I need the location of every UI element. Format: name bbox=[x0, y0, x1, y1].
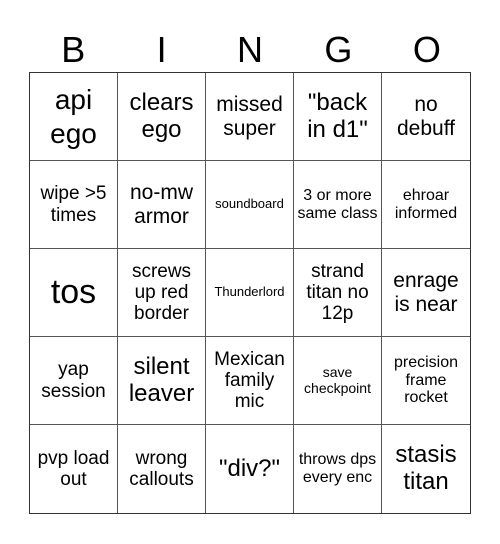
bingo-cell[interactable]: ehroar informed bbox=[382, 161, 470, 249]
bingo-card: api ego clears ego missed super "back in d1… bbox=[29, 72, 471, 514]
bingo-header: B I N G O bbox=[29, 28, 471, 72]
header-letter-g: G bbox=[324, 29, 353, 70]
bingo-cell[interactable]: clears ego bbox=[118, 73, 206, 161]
bingo-cell[interactable]: no-mw armor bbox=[118, 161, 206, 249]
bingo-cell[interactable]: silent leaver bbox=[118, 337, 206, 425]
bingo-cell[interactable]: Mexican family mic bbox=[206, 337, 294, 425]
header-letter-b: B bbox=[61, 29, 86, 70]
bingo-cell[interactable]: no debuff bbox=[382, 73, 470, 161]
header-letter-i: I bbox=[156, 29, 167, 70]
header-letter-o: O bbox=[412, 29, 441, 70]
bingo-cell[interactable]: tos bbox=[30, 249, 118, 337]
bingo-cell[interactable]: pvp load out bbox=[30, 425, 118, 513]
bingo-cell[interactable]: save checkpoint bbox=[294, 337, 382, 425]
header-letter-n: N bbox=[237, 29, 264, 70]
bingo-cell[interactable]: precision frame rocket bbox=[382, 337, 470, 425]
bingo-cell[interactable]: wrong callouts bbox=[118, 425, 206, 513]
bingo-cell[interactable]: Thunderlord bbox=[206, 249, 294, 337]
bingo-cell[interactable]: 3 or more same class bbox=[294, 161, 382, 249]
bingo-cell[interactable]: throws dps every enc bbox=[294, 425, 382, 513]
bingo-cell[interactable]: stasis titan bbox=[382, 425, 470, 513]
bingo-cell[interactable]: wipe >5 times bbox=[30, 161, 118, 249]
bingo-cell[interactable]: missed super bbox=[206, 73, 294, 161]
bingo-cell[interactable]: screws up red border bbox=[118, 249, 206, 337]
bingo-cell[interactable]: strand titan no 12p bbox=[294, 249, 382, 337]
bingo-cell[interactable]: "back in d1" bbox=[294, 73, 382, 161]
bingo-cell[interactable]: enrage is near bbox=[382, 249, 470, 337]
bingo-cell[interactable]: api ego bbox=[30, 73, 118, 161]
bingo-cell[interactable]: "div?" bbox=[206, 425, 294, 513]
bingo-cell[interactable]: soundboard bbox=[206, 161, 294, 249]
bingo-cell[interactable]: yap session bbox=[30, 337, 118, 425]
